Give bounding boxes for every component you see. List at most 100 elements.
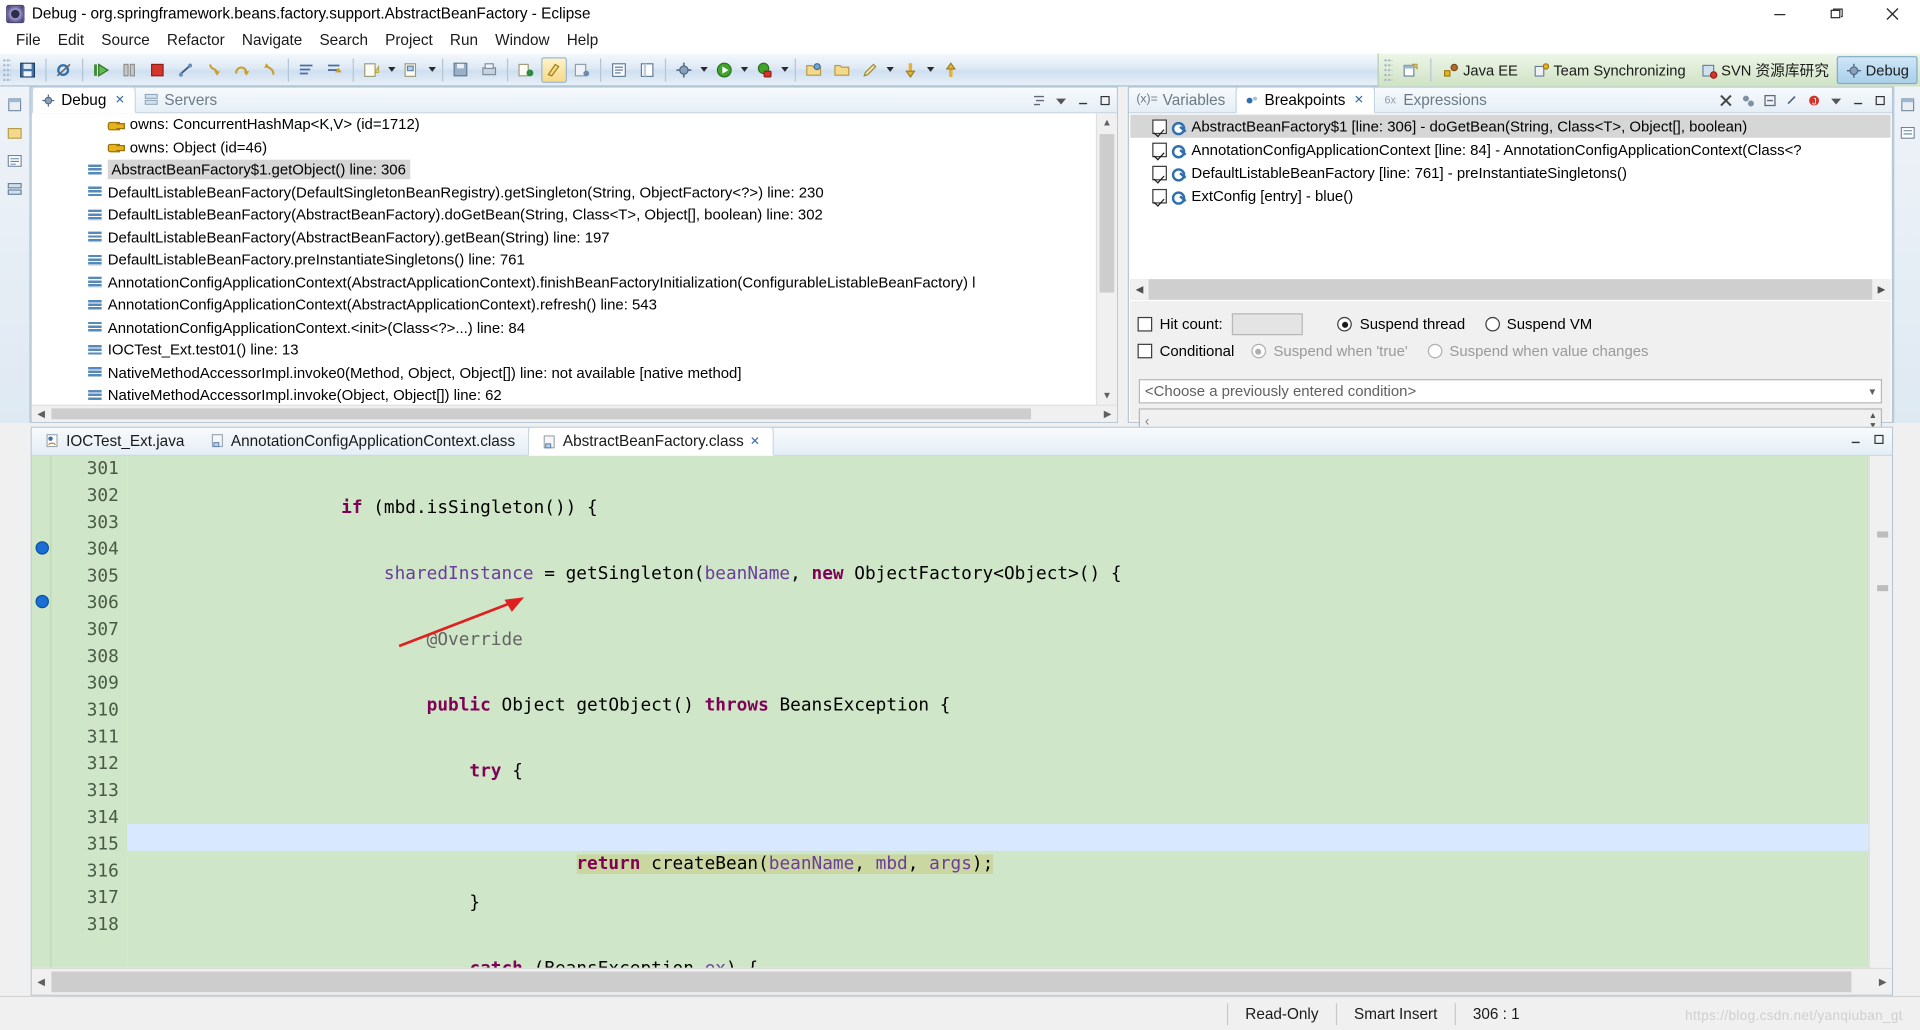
- overview-marker[interactable]: [1877, 585, 1889, 592]
- open-folder-icon[interactable]: [801, 57, 827, 83]
- terminate-icon[interactable]: [144, 57, 170, 83]
- breakpoint-marker-icon[interactable]: [35, 594, 49, 609]
- editor-horizontal-scrollbar[interactable]: ◀ ▶: [31, 967, 1892, 995]
- breakpoint-checkbox[interactable]: [1152, 142, 1167, 157]
- menu-edit[interactable]: Edit: [49, 29, 93, 51]
- debug-horizontal-scrollbar[interactable]: ◀ ▶: [31, 404, 1117, 422]
- stack-frame-row[interactable]: AnnotationConfigApplicationContext.<init…: [32, 316, 1096, 339]
- conditional-checkbox[interactable]: [1137, 343, 1153, 359]
- outline-rail-icon[interactable]: [1896, 121, 1919, 144]
- minimize-icon[interactable]: [1074, 91, 1092, 109]
- tab-breakpoints[interactable]: Breakpoints ✕: [1235, 86, 1376, 114]
- link-with-debug-view-icon[interactable]: [1783, 91, 1801, 109]
- breakpoint-row[interactable]: DefaultListableBeanFactory [line: 761] -…: [1130, 161, 1890, 184]
- breakpoints-list[interactable]: AbstractBeanFactory$1 [line: 306] - doGe…: [1130, 114, 1891, 280]
- menu-run[interactable]: Run: [441, 29, 486, 51]
- step-return-icon[interactable]: [257, 57, 283, 83]
- stack-frame-row[interactable]: AnnotationConfigApplicationContext(Abstr…: [32, 294, 1096, 317]
- perspective-svn[interactable]: SVN 资源库研究: [1693, 56, 1836, 84]
- stack-frames-list[interactable]: owns: ConcurrentHashMap<K,V> (id=1712) o…: [32, 113, 1096, 404]
- drop-to-frame-icon[interactable]: [322, 57, 348, 83]
- menu-window[interactable]: Window: [487, 29, 559, 51]
- package-explorer-icon[interactable]: [3, 121, 26, 144]
- open-perspective-button[interactable]: [1395, 56, 1427, 84]
- edit-icon[interactable]: [857, 57, 883, 83]
- open-project-icon[interactable]: [829, 57, 855, 83]
- breakpoint-row[interactable]: AnnotationConfigApplicationContext [line…: [1130, 138, 1890, 161]
- condition-history-combo[interactable]: <Choose a previously entered condition> …: [1138, 379, 1883, 404]
- open-resource-icon[interactable]: [634, 57, 660, 83]
- perspective-grip[interactable]: [1383, 58, 1393, 82]
- new-java-project-dropdown[interactable]: [386, 57, 398, 83]
- skip-breakpoints-icon[interactable]: [51, 57, 77, 83]
- scrollbar-thumb[interactable]: [51, 408, 1032, 420]
- editor-vertical-scrollbar[interactable]: [1868, 455, 1892, 968]
- breakpoint-checkbox[interactable]: [1152, 165, 1167, 180]
- scrollbar-thumb[interactable]: [1099, 134, 1115, 293]
- open-type-icon[interactable]: [606, 57, 632, 83]
- suspend-thread-radio[interactable]: [1337, 316, 1353, 332]
- menu-search[interactable]: Search: [311, 29, 377, 51]
- toggle-mark-occurrences-icon[interactable]: [541, 56, 567, 83]
- suspend-vm-radio[interactable]: [1484, 316, 1500, 332]
- editor-marker-ruler[interactable]: [31, 455, 52, 968]
- menu-file[interactable]: File: [7, 29, 49, 51]
- breakpoint-row[interactable]: AbstractBeanFactory$1 [line: 306] - doGe…: [1130, 114, 1891, 138]
- minimize-icon[interactable]: [1847, 430, 1865, 448]
- disconnect-icon[interactable]: [173, 57, 199, 83]
- add-java-exception-breakpoint-icon[interactable]: J: [1805, 91, 1823, 109]
- scroll-up-icon[interactable]: ▲: [1097, 113, 1117, 131]
- step-into-icon[interactable]: [201, 57, 227, 83]
- previous-annotation-icon[interactable]: [938, 57, 964, 83]
- maximize-icon[interactable]: [1870, 430, 1888, 448]
- outline-icon[interactable]: [3, 149, 26, 172]
- editor-tab-abstractbeanfactory[interactable]: AbstractBeanFactory.class ✕: [527, 426, 774, 456]
- run-icon[interactable]: [711, 57, 737, 83]
- run-dropdown[interactable]: [738, 57, 750, 83]
- menu-project[interactable]: Project: [377, 29, 442, 51]
- open-task-icon[interactable]: [569, 57, 595, 83]
- external-tools-dropdown[interactable]: [779, 57, 791, 83]
- use-step-filters-icon[interactable]: [294, 57, 320, 83]
- scroll-left-icon[interactable]: ◀: [32, 969, 50, 995]
- scroll-left-icon[interactable]: ◀: [1130, 279, 1149, 300]
- show-breakpoints-supported-icon[interactable]: [1761, 91, 1779, 109]
- debug-vertical-scrollbar[interactable]: ▲ ▼: [1095, 113, 1117, 405]
- close-icon[interactable]: ✕: [1354, 93, 1364, 106]
- view-menu-icon[interactable]: [1827, 91, 1845, 109]
- new-class-icon[interactable]: [399, 57, 425, 83]
- restore-icon[interactable]: [3, 93, 26, 116]
- debug-icon[interactable]: [671, 57, 697, 83]
- save-icon[interactable]: [15, 57, 41, 83]
- save-all-icon[interactable]: [448, 57, 474, 83]
- next-annotation-icon[interactable]: [898, 57, 924, 83]
- stack-frame-row[interactable]: NativeMethodAccessorImpl.invoke0(Method,…: [32, 361, 1096, 384]
- new-java-project-icon[interactable]: [359, 57, 385, 83]
- restore-icon[interactable]: [1896, 93, 1919, 116]
- stack-frame-row[interactable]: owns: Object (id=46): [32, 136, 1096, 159]
- stack-frame-row[interactable]: DefaultListableBeanFactory(AbstractBeanF…: [32, 226, 1096, 249]
- maximize-button[interactable]: [1807, 0, 1863, 27]
- perspective-java-ee[interactable]: Java EE: [1435, 56, 1525, 84]
- close-button[interactable]: [1864, 0, 1920, 27]
- scroll-down-icon[interactable]: ▼: [1097, 386, 1117, 404]
- close-icon[interactable]: ✕: [750, 435, 760, 448]
- edit-dropdown[interactable]: [884, 57, 896, 83]
- stack-frame-row[interactable]: IOCTest_Ext.test01() line: 13: [32, 339, 1096, 362]
- stack-frame-row[interactable]: DefaultListableBeanFactory(DefaultSingle…: [32, 181, 1096, 204]
- stack-frame-row[interactable]: owns: ConcurrentHashMap<K,V> (id=1712): [32, 113, 1096, 136]
- scroll-left-icon[interactable]: ◀: [32, 406, 50, 422]
- perspective-team-synchronizing[interactable]: Team Synchronizing: [1525, 56, 1693, 84]
- tab-servers[interactable]: Servers: [136, 87, 227, 113]
- debug-dropdown[interactable]: [698, 57, 710, 83]
- editor-tab-ioctest[interactable]: IOCTest_Ext.java: [32, 427, 197, 455]
- stack-frame-row[interactable]: AnnotationConfigApplicationContext(Abstr…: [32, 271, 1096, 294]
- menu-navigate[interactable]: Navigate: [233, 29, 311, 51]
- breakpoint-row[interactable]: ExtConfig [entry] - blue(): [1130, 184, 1890, 207]
- scrollbar-thumb[interactable]: [51, 971, 1852, 993]
- menu-source[interactable]: Source: [93, 29, 159, 51]
- stack-frame-row[interactable]: DefaultListableBeanFactory(AbstractBeanF…: [32, 204, 1096, 227]
- breakpoints-horizontal-scrollbar[interactable]: ◀ ▶: [1130, 279, 1891, 300]
- suspend-when-value-changes-radio[interactable]: [1427, 343, 1443, 359]
- minimize-icon[interactable]: [1849, 91, 1867, 109]
